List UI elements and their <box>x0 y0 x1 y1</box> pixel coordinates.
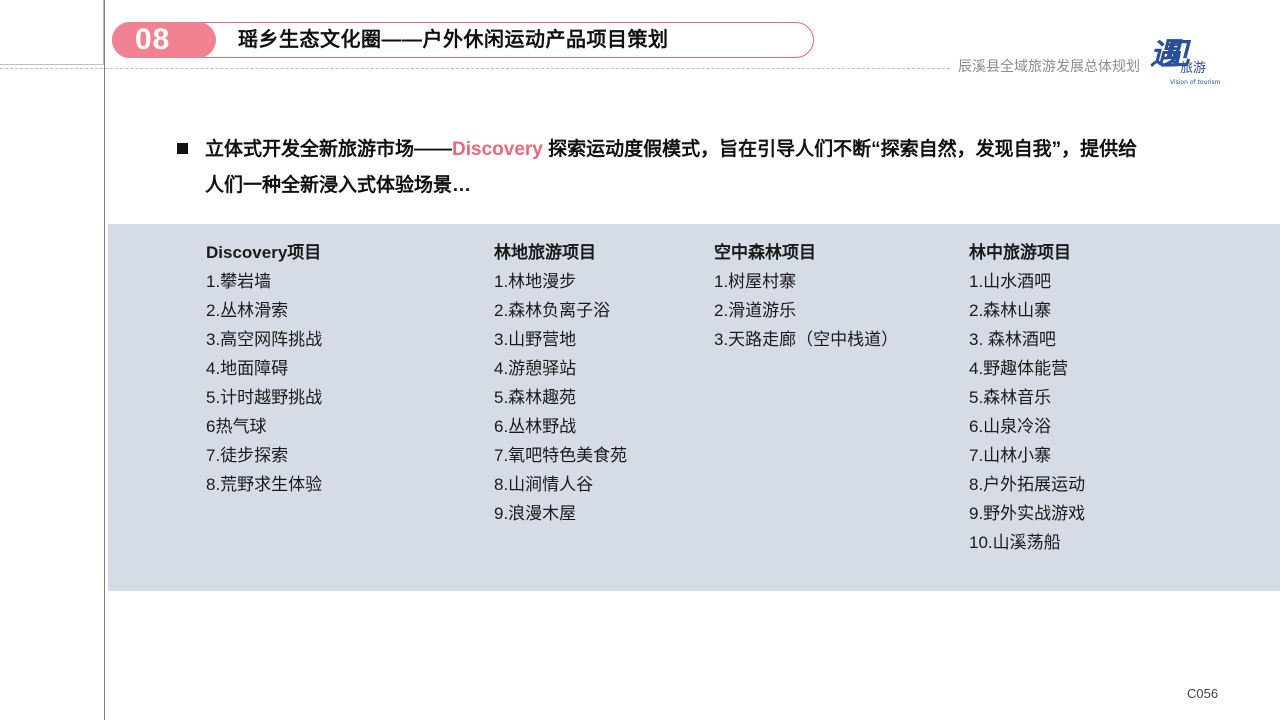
list-item: 4.地面障碍 <box>206 359 289 378</box>
header-dotted-rule <box>0 68 950 69</box>
list-item: 1.树屋村寨 <box>714 272 797 291</box>
column-heading: 林地旅游项目 <box>494 243 596 262</box>
logo-text: 旅游 <box>1180 61 1206 76</box>
column-heading: 林中旅游项目 <box>969 243 1071 262</box>
list-item: 7.氧吧特色美食苑 <box>494 446 628 465</box>
list-item: 2.森林山寨 <box>969 301 1052 320</box>
column-discovery: Discovery项目 1.攀岩墙 2.丛林滑索 3.高空网阵挑战 4.地面障碍… <box>206 238 322 499</box>
column-aerial-forest: 空中森林项目 1.树屋村寨 2.滑道游乐 3.天路走廊（空中栈道） <box>714 238 898 354</box>
column-heading: Discovery项目 <box>206 243 322 262</box>
list-item: 4.游憩驿站 <box>494 359 577 378</box>
list-item: 8.户外拓展运动 <box>969 475 1086 494</box>
page-title: 瑶乡生态文化圈——户外休闲运动产品项目策划 <box>238 29 669 51</box>
list-item: 3. 森林酒吧 <box>969 330 1056 349</box>
list-item: 3.高空网阵挑战 <box>206 330 323 349</box>
list-item: 6热气球 <box>206 417 267 436</box>
section-number: 08 <box>135 23 171 56</box>
page-code: C056 <box>1187 686 1219 701</box>
list-item: 5.森林趣苑 <box>494 388 577 407</box>
corner-frame <box>0 0 104 65</box>
list-item: 8.荒野求生体验 <box>206 475 323 494</box>
list-item: 9.野外实战游戏 <box>969 504 1086 523</box>
column-heading: 空中森林项目 <box>714 243 816 262</box>
list-item: 2.丛林滑索 <box>206 301 289 320</box>
list-item: 3.山野营地 <box>494 330 577 349</box>
list-item: 6.丛林野战 <box>494 417 577 436</box>
list-item: 1.山水酒吧 <box>969 272 1052 291</box>
logo-subtitle: Vision of tourism <box>1170 79 1221 86</box>
square-bullet-icon <box>177 143 188 154</box>
column-in-forest: 林中旅游项目 1.山水酒吧 2.森林山寨 3. 森林酒吧 4.野趣体能营 5.森… <box>969 238 1085 557</box>
list-item: 7.山林小寨 <box>969 446 1052 465</box>
list-item: 8.山涧情人谷 <box>494 475 594 494</box>
list-item: 4.野趣体能营 <box>969 359 1069 378</box>
left-divider-line <box>104 0 105 720</box>
brand-subtitle: 辰溪县全域旅游发展总体规划 <box>958 58 1140 74</box>
list-item: 5.森林音乐 <box>969 388 1052 407</box>
intro-before: 立体式开发全新旅游市场—— <box>205 139 453 160</box>
intro-paragraph: 立体式开发全新旅游市场——Discovery 探索运动度假模式，旨在引导人们不断… <box>205 132 1145 204</box>
list-item: 1.攀岩墙 <box>206 272 272 291</box>
list-item: 7.徒步探索 <box>206 446 289 465</box>
column-woodland: 林地旅游项目 1.林地漫步 2.森林负离子浴 3.山野营地 4.游憩驿站 5.森… <box>494 238 627 528</box>
list-item: 9.浪漫木屋 <box>494 504 577 523</box>
list-item: 10.山溪荡船 <box>969 533 1061 552</box>
list-item: 1.林地漫步 <box>494 272 577 291</box>
tourism-logo: 遇见 旅游 Vision of tourism <box>1150 37 1221 86</box>
list-item: 2.森林负离子浴 <box>494 301 611 320</box>
list-item: 6.山泉冷浴 <box>969 417 1052 436</box>
list-item: 2.滑道游乐 <box>714 301 797 320</box>
list-item: 5.计时越野挑战 <box>206 388 323 407</box>
list-item: 3.天路走廊（空中栈道） <box>714 330 899 349</box>
intro-highlight: Discovery <box>452 139 543 160</box>
